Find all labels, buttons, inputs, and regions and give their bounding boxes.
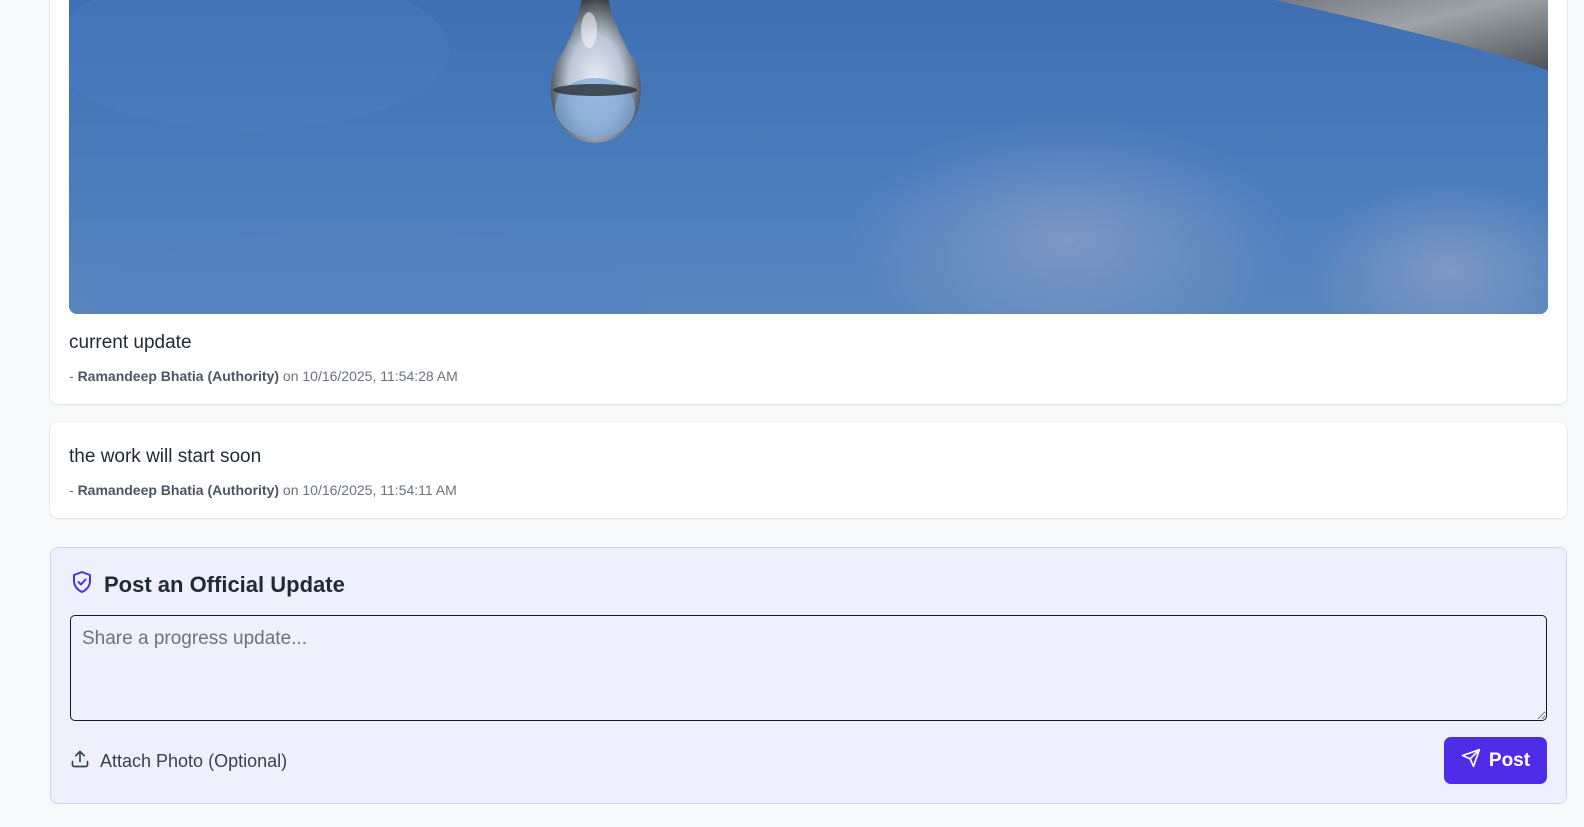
update-meta: - Ramandeep Bhatia (Authority) on 10/16/…: [69, 482, 457, 498]
meta-prefix: -: [69, 368, 78, 384]
update-author: Ramandeep Bhatia (Authority): [77, 368, 280, 384]
update-timestamp: on 10/16/2025, 11:54:11 AM: [279, 482, 457, 498]
upload-icon: [70, 749, 90, 774]
page: current update - Ramandeep Bhatia (Autho…: [0, 0, 1584, 827]
shield-check-icon: [70, 570, 94, 599]
update-text: current update: [69, 332, 192, 353]
update-photo: [69, 0, 1548, 314]
update-meta: - Ramandeep Bhatia (Authority) on 10/16/…: [69, 368, 458, 384]
send-icon: [1461, 748, 1481, 774]
update-author: Ramandeep Bhatia (Authority): [77, 482, 280, 498]
update-card: current update - Ramandeep Bhatia (Autho…: [50, 0, 1567, 404]
panel-header: Post an Official Update: [70, 570, 345, 599]
attach-photo-label: Attach Photo (Optional): [100, 751, 288, 771]
update-timestamp: on 10/16/2025, 11:54:28 AM: [279, 368, 458, 384]
post-button[interactable]: Post: [1444, 737, 1547, 784]
attach-photo-button[interactable]: Attach Photo (Optional): [70, 749, 287, 774]
update-text: the work will start soon: [69, 446, 262, 467]
post-button-label: Post: [1488, 749, 1531, 771]
update-card: the work will start soon - Ramandeep Bha…: [50, 422, 1567, 518]
panel-title: Post an Official Update: [104, 571, 345, 597]
meta-prefix: -: [69, 482, 78, 498]
post-update-panel: Post an Official Update Attach Photo (Op…: [50, 547, 1567, 804]
update-textarea[interactable]: [70, 615, 1547, 721]
